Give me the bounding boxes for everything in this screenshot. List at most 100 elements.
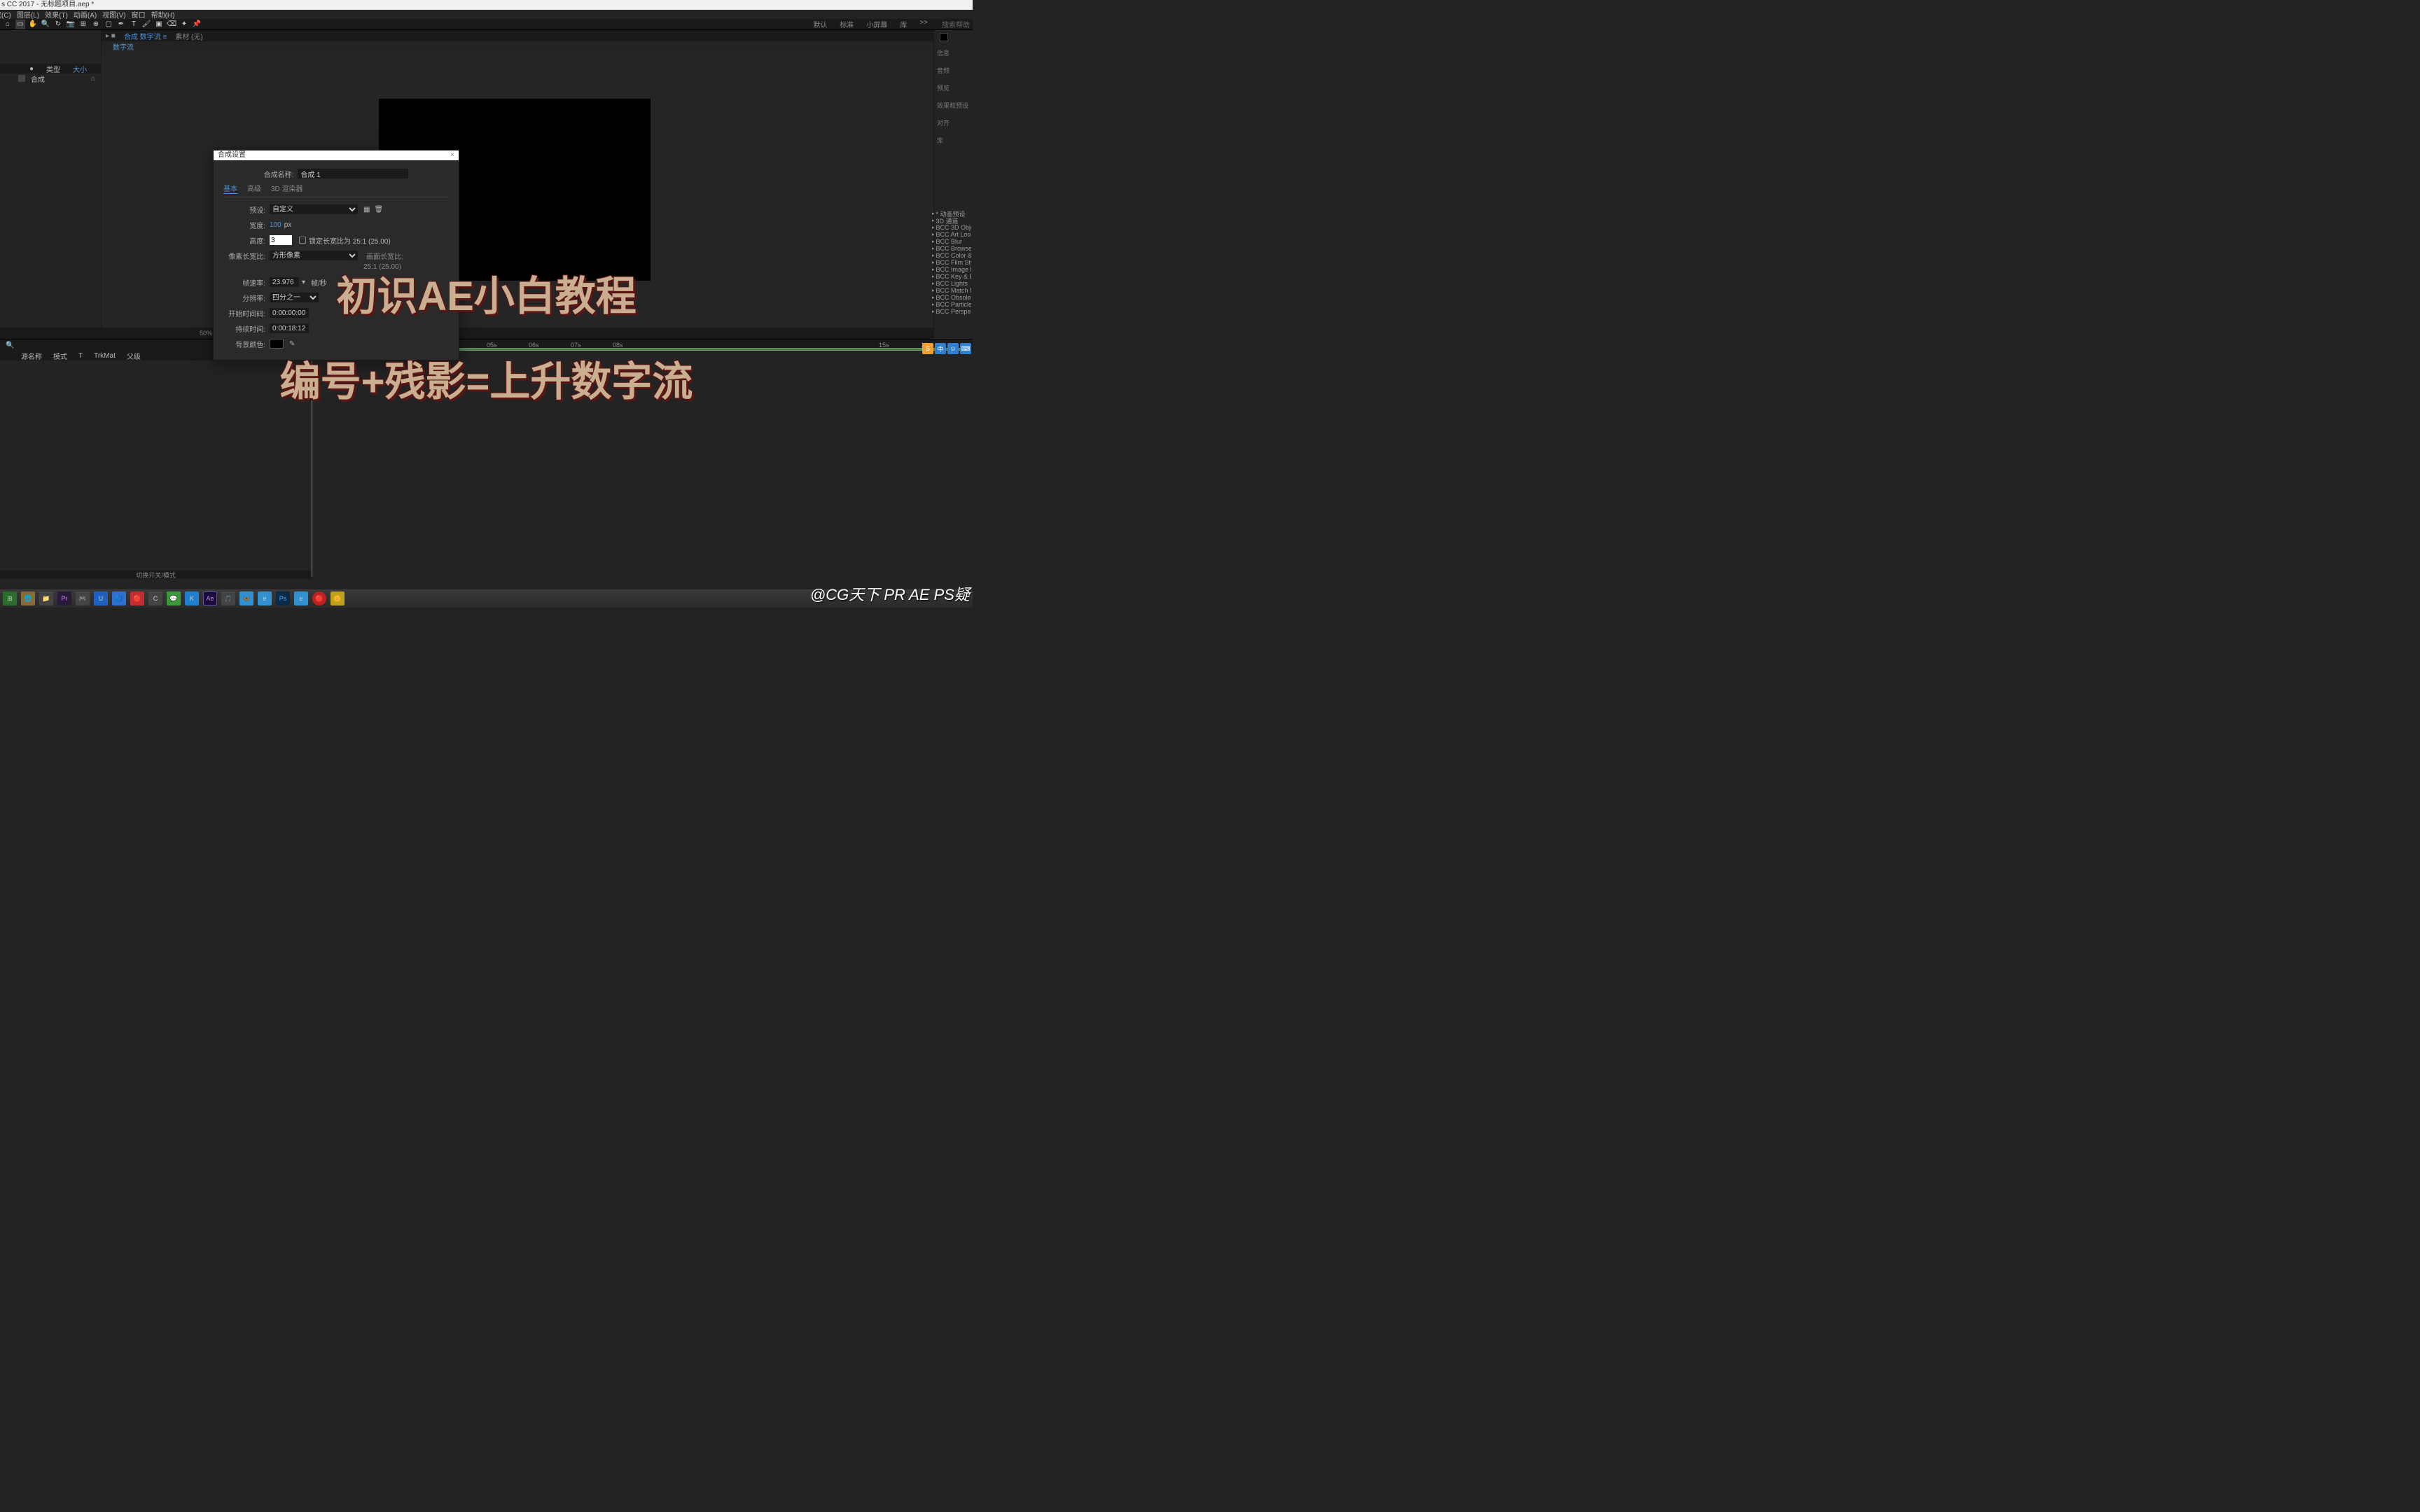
effects-item[interactable]: BCC 3D Objects — [932, 224, 971, 231]
rotate-tool[interactable]: ↻ — [53, 20, 63, 29]
effects-item[interactable]: BCC Match Move — [932, 287, 971, 294]
tree-expand-icon[interactable]: ⌂ — [91, 75, 95, 83]
taskbar-app[interactable]: 🎮 — [76, 592, 90, 606]
taskbar-explorer[interactable]: 📁 — [39, 592, 53, 606]
taskbar-app[interactable]: 🎵 — [221, 592, 235, 606]
effects-item[interactable]: BCC Key & Blend — [932, 273, 971, 280]
start-time-input[interactable] — [270, 308, 309, 318]
pen-tool[interactable]: ✒ — [116, 20, 126, 29]
workspace-more[interactable]: >> — [919, 19, 928, 29]
effects-item[interactable]: * 动画预设 — [932, 210, 971, 217]
type-tool[interactable]: T — [129, 20, 139, 29]
pan-tool[interactable]: ⊞ — [78, 20, 88, 29]
pixel-aspect-select[interactable]: 方形像素 — [270, 251, 358, 260]
effects-item[interactable]: BCC Art Looks — [932, 231, 971, 238]
ime-face-icon[interactable]: ☺ — [947, 343, 959, 354]
ime-sogou-icon[interactable]: S — [922, 343, 933, 354]
roto-tool[interactable]: ✦ — [179, 20, 189, 29]
viewer-sub-tab[interactable]: 数字流 — [102, 41, 933, 51]
anchor-tool[interactable]: ⊕ — [91, 20, 101, 29]
taskbar-aftereffects[interactable]: Ae — [203, 592, 217, 606]
zoom-tool[interactable]: 🔍 — [41, 20, 50, 29]
workspace-library[interactable]: 库 — [900, 19, 907, 29]
taskbar-wechat[interactable]: 💬 — [167, 592, 181, 606]
menu-window[interactable]: 窗口 — [132, 9, 146, 20]
taskbar-app[interactable]: 🌼 — [331, 592, 345, 606]
project-item-composition[interactable]: 合成 ⌂ — [0, 74, 101, 83]
selection-tool[interactable]: ▭ — [15, 20, 25, 29]
resolution-select[interactable]: 四分之一 — [270, 293, 319, 302]
dialog-tab-3d[interactable]: 3D 渲染器 — [271, 183, 303, 194]
menu-layer[interactable]: 图层(L) — [17, 9, 39, 20]
panel-info[interactable]: 信息 — [936, 47, 971, 59]
effects-item[interactable]: BCC Image Restoration — [932, 266, 971, 273]
height-input[interactable] — [270, 235, 292, 245]
comp-name-input[interactable] — [298, 169, 408, 178]
workspace-small[interactable]: 小屏幕 — [866, 19, 887, 29]
taskbar-app[interactable]: K — [185, 592, 199, 606]
taskbar-app[interactable]: 🔵 — [112, 592, 126, 606]
delete-preset-icon[interactable]: 🗑 — [374, 206, 383, 214]
preset-select[interactable]: 自定义 — [270, 204, 358, 214]
effects-item[interactable]: BCC Browser — [932, 245, 971, 252]
search-help[interactable]: 搜索帮助 — [942, 19, 970, 29]
duration-input[interactable] — [270, 323, 309, 333]
dialog-close-button[interactable]: × — [450, 150, 454, 160]
effects-item[interactable]: BCC Particles — [932, 301, 971, 308]
workspace-standard[interactable]: 标准 — [840, 19, 854, 29]
puppet-tool[interactable]: 📌 — [192, 20, 202, 29]
brush-tool[interactable]: 🖌 — [141, 20, 151, 29]
taskbar-ie[interactable]: e — [294, 592, 308, 606]
panel-library[interactable]: 库 — [936, 134, 971, 146]
ime-lang-icon[interactable]: 中 — [935, 343, 946, 354]
panel-audio[interactable]: 音频 — [936, 64, 971, 76]
panel-effects[interactable]: 效果和预设 — [936, 99, 971, 111]
effects-item[interactable]: BCC Blur — [932, 238, 971, 245]
dialog-tab-basic[interactable]: 基本 — [223, 183, 237, 194]
viewer-tab-footage[interactable]: 素材 (无) — [175, 31, 202, 41]
taskbar-app[interactable]: U — [94, 592, 108, 606]
eyedropper-icon[interactable]: ✎ — [289, 340, 295, 348]
panel-align[interactable]: 对齐 — [936, 117, 971, 129]
effects-item[interactable]: BCC Color & Tone — [932, 252, 971, 259]
save-preset-icon[interactable]: ▦ — [363, 206, 370, 214]
panel-preview[interactable]: 预览 — [936, 82, 971, 94]
taskbar-chrome[interactable]: C — [148, 592, 162, 606]
clone-tool[interactable]: ▣ — [154, 20, 164, 29]
menu-help[interactable]: 帮助(H) — [151, 9, 175, 20]
eraser-tool[interactable]: ⌫ — [167, 20, 176, 29]
taskbar-premiere[interactable]: Pr — [57, 592, 71, 606]
menu-composition[interactable]: 合成(C) — [0, 9, 11, 20]
hand-tool[interactable]: ✋ — [28, 20, 38, 29]
viewer-tab-controls[interactable]: ▸ ■ — [106, 32, 116, 40]
taskbar-record[interactable]: 🔴 — [312, 592, 326, 606]
timeline-left-footer[interactable]: 切换开关/模式 — [0, 570, 312, 579]
effects-item[interactable]: BCC Lights — [932, 280, 971, 287]
taskbar-app[interactable]: 🦋 — [239, 592, 253, 606]
ime-keyboard-icon[interactable]: ⌨ — [960, 343, 971, 354]
lock-aspect-checkbox[interactable] — [299, 237, 306, 244]
framerate-input[interactable] — [270, 277, 299, 287]
dialog-tab-advanced[interactable]: 高级 — [247, 183, 261, 194]
effects-item[interactable]: 3D 通道 — [932, 217, 971, 224]
rect-tool[interactable]: ▢ — [104, 20, 113, 29]
taskbar-photoshop[interactable]: Ps — [276, 592, 290, 606]
effects-item[interactable]: BCC Obsolete — [932, 294, 971, 301]
viewer-tab-comp[interactable]: 合成 数字流 ≡ — [121, 31, 169, 41]
taskbar-edge[interactable]: e — [258, 592, 272, 606]
framerate-dropdown-icon[interactable]: ▾ — [302, 279, 305, 286]
menu-view[interactable]: 视图(V) — [102, 9, 125, 20]
camera-tool[interactable]: 📷 — [66, 20, 76, 29]
width-value[interactable]: 100 — [270, 221, 281, 229]
workspace-default[interactable]: 默认 — [813, 19, 827, 29]
viewer-zoom[interactable]: 50% — [200, 330, 212, 337]
dialog-titlebar[interactable]: 合成设置 × — [214, 150, 459, 160]
color-swatch[interactable] — [940, 33, 948, 41]
menu-effect[interactable]: 效果(T) — [45, 9, 68, 20]
effects-item[interactable]: BCC Perspective — [932, 308, 971, 315]
start-button[interactable]: ⊞ — [3, 592, 17, 606]
menu-animation[interactable]: 动画(A) — [74, 9, 97, 20]
taskbar-app[interactable]: 🌐 — [21, 592, 35, 606]
bg-color-swatch[interactable] — [270, 339, 284, 349]
effects-item[interactable]: BCC Film Style — [932, 259, 971, 266]
